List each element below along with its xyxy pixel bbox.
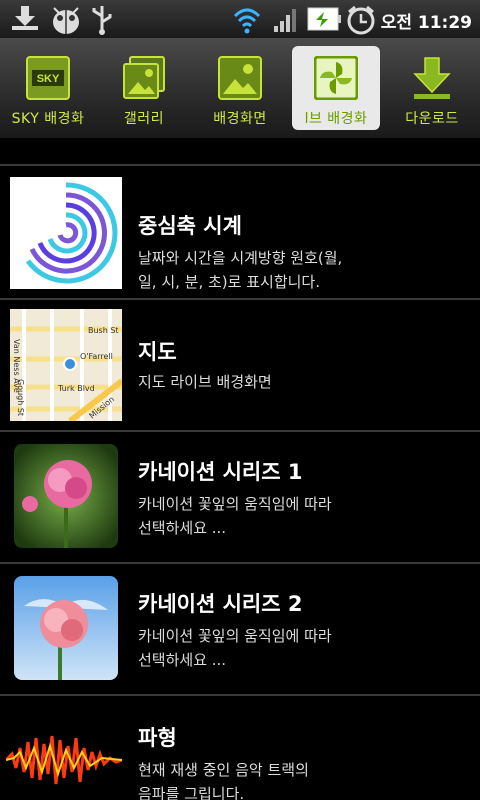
list-divider bbox=[0, 164, 480, 166]
wallpaper-icon bbox=[218, 56, 262, 100]
item-title: 중심축 시계 bbox=[138, 214, 242, 238]
bug-icon bbox=[53, 7, 79, 34]
item-description: 카네이션 꽃잎의 움직임에 따라 선택하세요 ... bbox=[138, 627, 332, 669]
tab-download[interactable]: 다운로드 bbox=[388, 46, 476, 130]
tab-gallery[interactable]: 갤러리 bbox=[100, 46, 188, 130]
svg-text:SKY: SKY bbox=[37, 73, 60, 85]
tab-label: 갤러리 bbox=[123, 111, 165, 127]
live-wallpaper-list: 중심축 시계 날짜와 시간을 시계방향 원호(월, 일, 시, 분, 초)로 표… bbox=[0, 138, 480, 800]
battery-charging-icon bbox=[307, 7, 341, 31]
svg-text:Gough St: Gough St bbox=[16, 379, 25, 416]
tab-label: 다운로드 bbox=[405, 111, 459, 127]
carnation-thumbnail bbox=[14, 444, 118, 548]
item-title: 카네이션 시리즈 1 bbox=[138, 460, 303, 484]
clock-arc-thumbnail bbox=[10, 177, 122, 289]
tab-label: l브 배경화 bbox=[304, 111, 368, 127]
svg-text:Turk Blvd: Turk Blvd bbox=[57, 384, 95, 393]
wifi-icon bbox=[233, 8, 261, 34]
item-title: 파형 bbox=[138, 726, 177, 750]
download-icon bbox=[12, 6, 38, 30]
download-arrow-icon bbox=[413, 57, 451, 99]
status-bar: 오전 11:29 bbox=[0, 0, 480, 38]
gallery-icon bbox=[123, 56, 165, 99]
tab-live-wallpaper[interactable]: l브 배경화 bbox=[292, 46, 380, 130]
sky-icon: SKY bbox=[26, 56, 70, 100]
live-wallpaper-icon bbox=[314, 56, 358, 100]
item-title: 카네이션 시리즈 2 bbox=[138, 592, 303, 616]
list-item-clock[interactable]: 중심축 시계 날짜와 시간을 시계방향 원호(월, 일, 시, 분, 초)로 표… bbox=[0, 168, 480, 300]
tab-label: 배경화면 bbox=[213, 111, 267, 127]
carnation-sky-thumbnail bbox=[14, 576, 118, 680]
list-item-map[interactable]: Van Ness Ave Bush St O'Farrell Gough St … bbox=[0, 300, 480, 432]
list-item-waveform[interactable]: 파형 현재 재생 중인 음악 트랙의 음파를 그립니다. bbox=[0, 696, 480, 800]
map-thumbnail: Van Ness Ave Bush St O'Farrell Gough St … bbox=[10, 309, 122, 421]
item-description: 현재 재생 중인 음악 트랙의 음파를 그립니다. bbox=[138, 761, 309, 800]
list-item-carnation-1[interactable]: 카네이션 시리즈 1 카네이션 꽃잎의 움직임에 따라 선택하세요 ... bbox=[0, 432, 480, 564]
item-description: 지도 라이브 배경화면 bbox=[138, 373, 272, 391]
item-description: 날짜와 시간을 시계방향 원호(월, 일, 시, 분, 초)로 표시합니다. bbox=[138, 249, 343, 291]
usb-icon bbox=[92, 6, 112, 35]
tab-sky-wallpaper[interactable]: SKY SKY 배경화 bbox=[4, 46, 92, 130]
tab-wallpaper[interactable]: 배경화면 bbox=[196, 46, 284, 130]
status-clock: 오전 11:29 bbox=[380, 13, 472, 33]
category-tab-bar: SKY SKY 배경화 갤러리 배경화면 l브 배경화 다운로드 bbox=[0, 38, 480, 138]
alarm-icon bbox=[347, 5, 375, 35]
svg-text:Bush St: Bush St bbox=[88, 326, 119, 335]
signal-icon bbox=[274, 9, 296, 32]
svg-text:O'Farrell: O'Farrell bbox=[80, 352, 113, 361]
tab-label: SKY 배경화 bbox=[11, 111, 85, 127]
waveform-thumbnail bbox=[6, 708, 122, 800]
item-description: 카네이션 꽃잎의 움직임에 따라 선택하세요 ... bbox=[138, 495, 332, 537]
item-title: 지도 bbox=[138, 340, 177, 364]
list-item-carnation-2[interactable]: 카네이션 시리즈 2 카네이션 꽃잎의 움직임에 따라 선택하세요 ... bbox=[0, 564, 480, 696]
